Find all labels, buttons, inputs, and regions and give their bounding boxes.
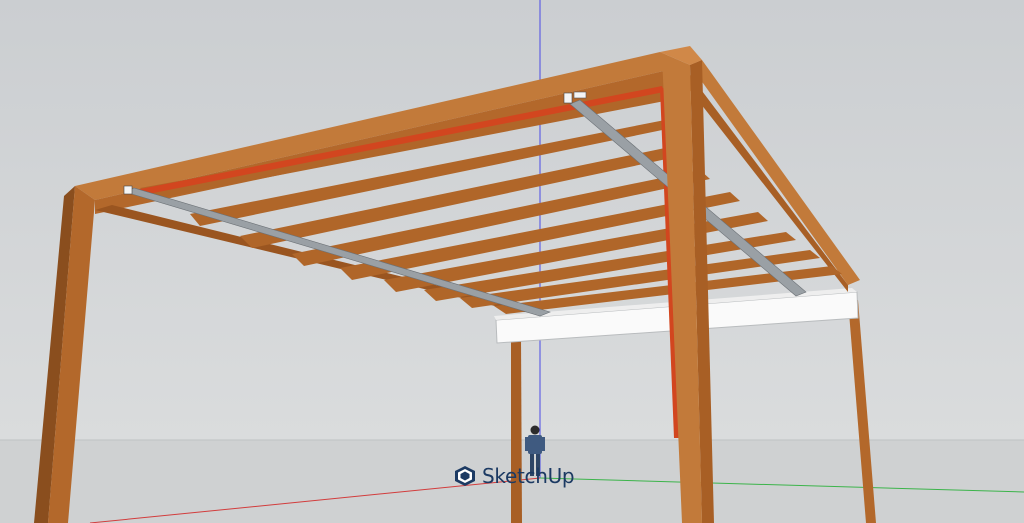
3d-scene[interactable] <box>0 0 1024 523</box>
rail-bracket-left <box>123 185 133 195</box>
post-back-left[interactable] <box>511 338 522 523</box>
modeling-viewport[interactable]: SketchUp <box>0 0 1024 523</box>
rail-bracket-top <box>563 92 573 104</box>
brand-text: SketchUp <box>482 464 575 488</box>
sketchup-watermark: SketchUp <box>454 464 575 488</box>
rail-bracket-top-2 <box>573 91 587 99</box>
sketchup-logo-icon <box>455 466 475 486</box>
